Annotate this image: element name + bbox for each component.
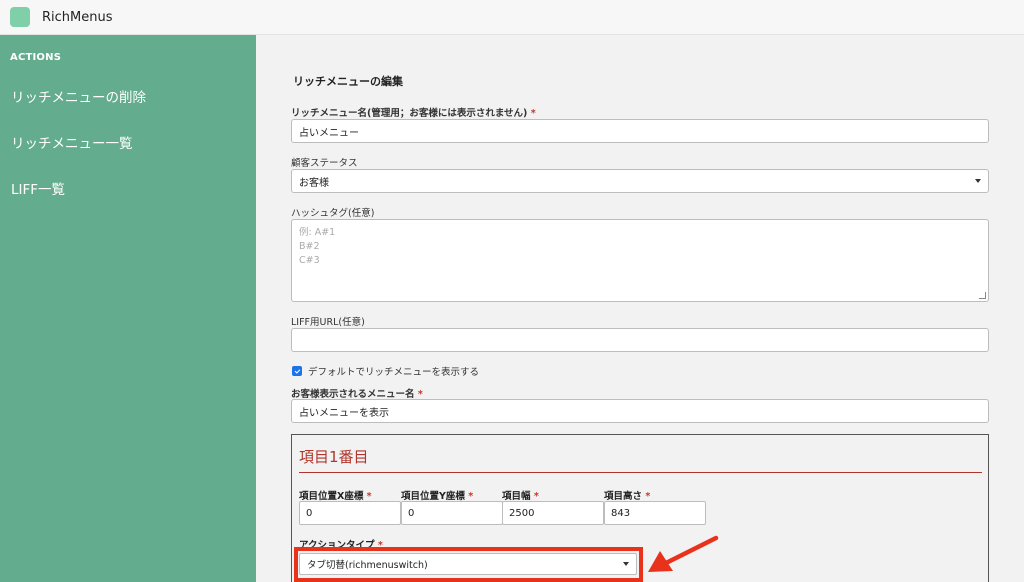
liff-url-label: LIFF用URL(任意) (291, 317, 365, 328)
hashtag-placeholder-line: C#3 (299, 255, 320, 266)
item-width-value: 2500 (509, 507, 535, 519)
customer-status-label: 顧客ステータス (291, 158, 358, 169)
richmenu-name-label-text: リッチメニュー名(管理用；お客様には表示されません) (291, 108, 528, 119)
default-display-checkbox-row[interactable]: デフォルトでリッチメニューを表示する (292, 364, 479, 378)
action-type-select[interactable]: タブ切替(richmenuswitch) (299, 553, 637, 575)
hashtag-label: ハッシュタグ(任意) (291, 208, 375, 219)
richmenu-name-input[interactable]: 占いメニュー (291, 119, 989, 143)
customer-status-value: お客様 (299, 177, 329, 189)
item-width-input[interactable]: 2500 (502, 501, 604, 525)
customer-status-select[interactable]: お客様 (291, 169, 989, 193)
item-1-panel: 項目1番目 項目位置X座標 * 項目位置Y座標 * 項目幅 * 項目高さ * 0… (291, 434, 989, 582)
check-icon (294, 367, 300, 374)
item-y-value: 0 (408, 507, 415, 519)
display-name-input[interactable]: 占いメニューを表示 (291, 399, 989, 423)
item-y-input[interactable]: 0 (401, 501, 503, 525)
action-type-value: タブ切替(richmenuswitch) (307, 560, 428, 571)
hashtag-placeholder-line: B#2 (299, 241, 320, 252)
liff-url-input[interactable] (291, 328, 989, 352)
annotation-arrow-icon (648, 535, 719, 572)
sidebar: ACTIONS リッチメニューの削除 リッチメニュー一覧 LIFF一覧 (0, 35, 256, 582)
page-title: リッチメニューの編集 (293, 75, 403, 88)
display-name-label: お客様表示されるメニュー名 * (291, 386, 423, 400)
item-1-divider (299, 472, 982, 473)
richmenu-name-label: リッチメニュー名(管理用；お客様には表示されません) * (291, 105, 536, 119)
item-1-title: 項目1番目 (299, 448, 369, 466)
default-display-checkbox[interactable] (292, 366, 302, 376)
item-height-value: 843 (611, 507, 631, 519)
hashtag-textarea[interactable]: 例: A#1 B#2 C#3 (291, 219, 989, 302)
required-mark: * (530, 108, 536, 119)
main-content: リッチメニューの編集 リッチメニュー名(管理用；お客様には表示されません) * … (256, 35, 1024, 582)
resize-handle-icon[interactable] (979, 292, 986, 299)
item-x-input[interactable]: 0 (299, 501, 401, 525)
default-display-checkbox-label: デフォルトでリッチメニューを表示する (308, 367, 480, 378)
item-height-input[interactable]: 843 (604, 501, 706, 525)
sidebar-item-richmenu-list[interactable]: リッチメニュー一覧 (11, 132, 133, 152)
sidebar-item-liff-list[interactable]: LIFF一覧 (11, 178, 65, 198)
sidebar-heading: ACTIONS (10, 52, 62, 63)
chevron-down-icon (623, 562, 629, 566)
required-mark: * (377, 540, 383, 551)
item-x-label: 項目位置X座標 * (299, 488, 372, 502)
sidebar-item-delete-richmenu[interactable]: リッチメニューの削除 (11, 86, 146, 106)
app-title[interactable]: RichMenus (42, 10, 113, 25)
action-type-label-text: アクションタイプ (299, 540, 375, 551)
display-name-value: 占いメニューを表示 (299, 407, 389, 419)
hashtag-placeholder-line: 例: A#1 (299, 227, 336, 238)
app-logo[interactable] (10, 7, 30, 27)
item-y-label: 項目位置Y座標 * (401, 488, 473, 502)
chevron-down-icon (975, 179, 981, 183)
richmenu-name-value: 占いメニュー (299, 127, 359, 139)
item-height-label: 項目高さ * (604, 488, 650, 502)
top-bar: RichMenus (0, 0, 1024, 35)
action-type-label: アクションタイプ * (299, 537, 383, 551)
item-width-label: 項目幅 * (502, 488, 539, 502)
item-x-value: 0 (306, 507, 313, 519)
